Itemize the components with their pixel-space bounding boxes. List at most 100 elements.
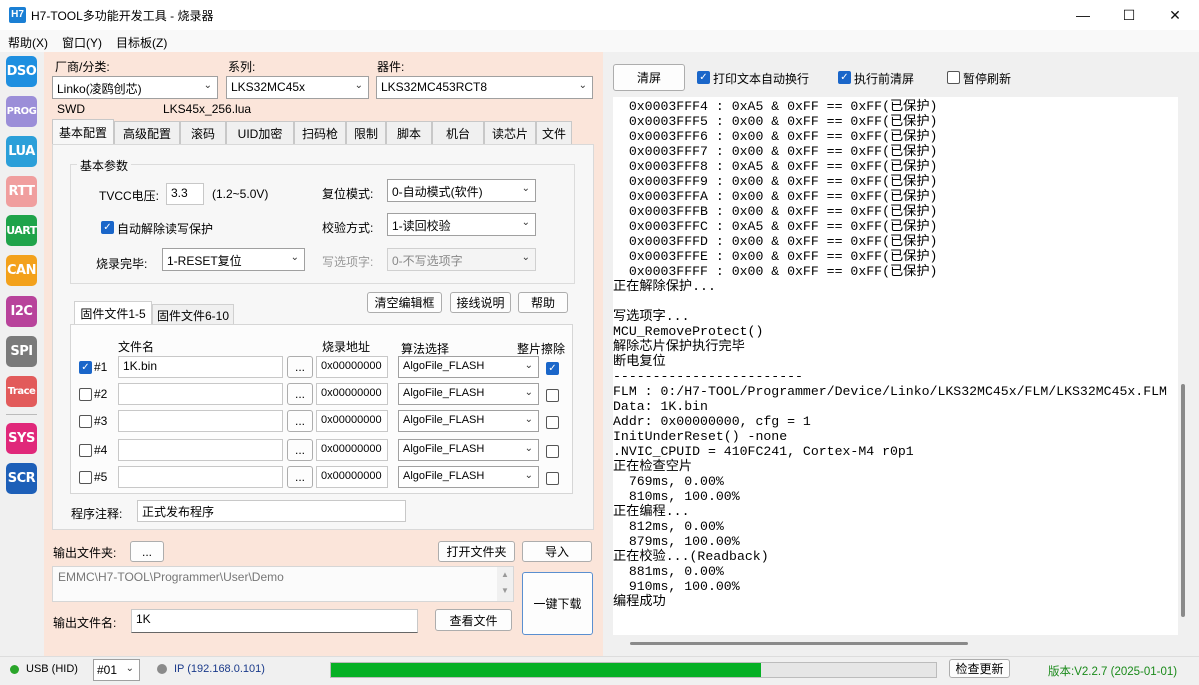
log-text: 0x0003FFF4 : 0xA5 & 0xFF == 0xFF(已保护) 0x… (613, 99, 1167, 609)
tab-advanced-config[interactable]: 高级配置 (114, 121, 180, 144)
subtab-firmware-6-10[interactable]: 固件文件6-10 (152, 304, 234, 325)
version-text: 版本:V2.2.7 (2025-01-01) (1048, 666, 1178, 678)
nav-rtt-button[interactable]: RTT (6, 176, 37, 207)
nav-spi-button[interactable]: SPI (6, 336, 37, 367)
check-update-button[interactable]: 检查更新 (949, 659, 1010, 678)
nav-i2c-button[interactable]: I2C (6, 296, 37, 327)
ip-status-icon (157, 664, 167, 674)
log-vertical-scrollbar[interactable] (1181, 384, 1185, 617)
preclear-checkbox[interactable]: ✓ (838, 71, 851, 84)
file-browse-button[interactable]: ... (287, 466, 313, 488)
wrap-text-label: 打印文本自动换行 (713, 72, 810, 86)
path-scrollbar[interactable]: ▲ ▼ (497, 567, 513, 601)
pause-refresh-checkbox[interactable] (947, 71, 960, 84)
file-algorithm-select[interactable]: AlgoFile_FLASH ⌄ (398, 356, 539, 378)
file-row-checkbox[interactable] (79, 388, 92, 401)
note-input[interactable]: 正式发布程序 (137, 500, 406, 522)
maximize-icon[interactable]: ☐ (1106, 0, 1152, 30)
chip-erase-checkbox[interactable] (546, 472, 559, 485)
tvcc-input[interactable]: 3.3 (166, 183, 204, 205)
log-output[interactable]: 0x0003FFF4 : 0xA5 & 0xFF == 0xFF(已保护) 0x… (613, 97, 1178, 635)
menu-window[interactable]: 窗口(Y) (62, 34, 102, 51)
chip-erase-checkbox[interactable] (546, 389, 559, 402)
file-browse-button[interactable]: ... (287, 410, 313, 432)
log-horizontal-scrollbar[interactable] (630, 642, 968, 645)
file-browse-button[interactable]: ... (287, 439, 313, 461)
file-browse-button[interactable]: ... (287, 356, 313, 378)
chip-erase-checkbox[interactable] (546, 416, 559, 429)
part-select[interactable]: LKS32MC453RCT8 ⌄ (376, 76, 593, 99)
subtab-firmware-1-5[interactable]: 固件文件1-5 (74, 301, 152, 325)
output-path-box[interactable]: EMMC\H7-TOOL\Programmer\User\Demo (52, 566, 514, 602)
file-address-input[interactable]: 0x00000000 (316, 439, 388, 461)
clear-screen-button[interactable]: 清屏 (613, 64, 685, 91)
nav-dso-button[interactable]: DSO (6, 56, 37, 87)
file-row-checkbox[interactable] (79, 415, 92, 428)
nav-trace-button[interactable]: Trace (6, 376, 37, 407)
auto-unprotect-checkbox[interactable]: ✓ (101, 221, 114, 234)
tab-scanner[interactable]: 扫码枪 (294, 121, 346, 144)
nav-lua-button[interactable]: LUA (6, 136, 37, 167)
chip-erase-checkbox[interactable]: ✓ (546, 362, 559, 375)
file-algorithm-select[interactable]: AlgoFile_FLASH ⌄ (398, 466, 539, 488)
menu-target-board[interactable]: 目标板(Z) (116, 34, 167, 51)
file-row-checkbox[interactable]: ✓ (79, 361, 92, 374)
chip-erase-checkbox[interactable] (546, 445, 559, 458)
nav-prog-button[interactable]: PROG (6, 96, 37, 127)
close-icon[interactable]: ✕ (1152, 0, 1198, 30)
file-algorithm-value: AlgoFile_FLASH (403, 470, 485, 482)
file-name-input[interactable] (118, 439, 283, 461)
file-name-input[interactable] (118, 410, 283, 432)
tab-script[interactable]: 脚本 (386, 121, 432, 144)
nav-uart-button[interactable]: UART (6, 215, 37, 246)
tab-limit[interactable]: 限制 (346, 121, 386, 144)
output-folder-browse-button[interactable]: ... (130, 541, 164, 562)
tab-basic-config[interactable]: 基本配置 (52, 119, 114, 145)
wrap-text-checkbox[interactable]: ✓ (697, 71, 710, 84)
scroll-up-icon[interactable]: ▲ (497, 567, 513, 583)
clear-editbox-button[interactable]: 清空编辑框 (367, 292, 442, 313)
chevron-down-icon: ⌄ (354, 80, 363, 91)
lua-file-text: LKS45x_256.lua (163, 102, 252, 116)
file-address-input[interactable]: 0x00000000 (316, 466, 388, 488)
view-file-button[interactable]: 查看文件 (435, 609, 512, 631)
file-browse-button[interactable]: ... (287, 383, 313, 405)
port-select[interactable]: #01 ⌄ (93, 659, 140, 681)
verify-select[interactable]: 1-读回校验 ⌄ (387, 213, 536, 236)
file-name-input[interactable] (118, 466, 283, 488)
series-select[interactable]: LKS32MC45x ⌄ (226, 76, 369, 99)
scroll-down-icon[interactable]: ▼ (497, 583, 513, 599)
file-name-input[interactable] (118, 383, 283, 405)
nav-scr-button[interactable]: SCR (6, 463, 37, 494)
file-address-input[interactable]: 0x00000000 (316, 356, 388, 378)
file-address-input[interactable]: 0x00000000 (316, 383, 388, 405)
output-folder-label: 输出文件夹: (53, 546, 117, 560)
file-address-input[interactable]: 0x00000000 (316, 410, 388, 432)
tab-rolling-code[interactable]: 滚码 (180, 121, 226, 144)
tab-read-chip[interactable]: 读芯片 (484, 121, 536, 144)
ip-status-text: IP (192.168.0.101) (174, 663, 265, 675)
minimize-icon[interactable]: — (1060, 0, 1106, 30)
open-folder-button[interactable]: 打开文件夹 (438, 541, 515, 562)
tab-file[interactable]: 文件 (536, 121, 572, 144)
tab-machine[interactable]: 机台 (432, 121, 484, 144)
file-name-input[interactable]: 1K.bin (118, 356, 283, 378)
one-click-download-button[interactable]: 一键下载 (522, 572, 593, 635)
progress-bar (330, 662, 937, 678)
file-algorithm-select[interactable]: AlgoFile_FLASH ⌄ (398, 439, 539, 461)
file-row-checkbox[interactable] (79, 471, 92, 484)
file-row-checkbox[interactable] (79, 444, 92, 457)
import-button[interactable]: 导入 (522, 541, 592, 562)
reset-mode-select[interactable]: 0-自动模式(软件) ⌄ (387, 179, 536, 202)
file-algorithm-select[interactable]: AlgoFile_FLASH ⌄ (398, 383, 539, 405)
help-button[interactable]: 帮助 (518, 292, 568, 313)
nav-sys-button[interactable]: SYS (6, 423, 37, 454)
tab-uid-encrypt[interactable]: UID加密 (226, 121, 294, 144)
vendor-select[interactable]: Linko(凌鸥创芯) ⌄ (52, 76, 218, 99)
output-name-input[interactable]: 1K (131, 609, 418, 633)
finish-select[interactable]: 1-RESET复位 ⌄ (162, 248, 305, 271)
wiring-guide-button[interactable]: 接线说明 (450, 292, 511, 313)
file-algorithm-select[interactable]: AlgoFile_FLASH ⌄ (398, 410, 539, 432)
menu-help[interactable]: 帮助(X) (8, 34, 48, 51)
nav-can-button[interactable]: CAN (6, 255, 37, 286)
